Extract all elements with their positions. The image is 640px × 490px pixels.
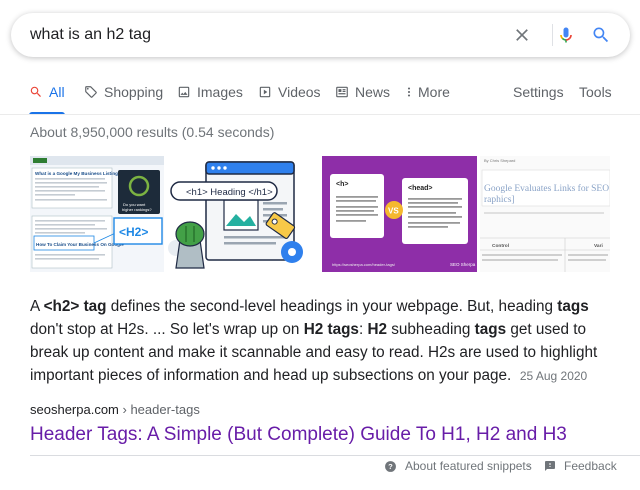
image3-vs: VS: [388, 207, 399, 216]
h-vs-head-graphic: <h> <head> VS https://seosherpa.com/head…: [322, 156, 477, 272]
footer-divider: [30, 455, 640, 456]
image3-left-tag: <h>: [336, 181, 348, 188]
snippet-bold: H2: [367, 321, 388, 338]
search-icon: [30, 86, 41, 97]
seo-links-article: By Chris Shepard Google Evaluates Links …: [480, 156, 610, 272]
snippet-bold: <h2>: [43, 298, 80, 315]
image1-heading2: How To Claim Your Business On Google: [36, 242, 124, 247]
tab-label: News: [355, 84, 391, 100]
tag-icon: [85, 86, 97, 98]
featured-snippet-text: A <h2> tag defines the second-level head…: [30, 295, 605, 388]
image3-right-tag: <head>: [408, 185, 433, 192]
image4-byline: By Chris Shepard: [484, 158, 515, 163]
clear-icon[interactable]: [512, 25, 532, 45]
result-stats: About 8,950,000 results (0.54 seconds): [30, 124, 275, 140]
tab-images[interactable]: Images: [177, 84, 243, 100]
snippet-bold: H2 tags: [303, 321, 359, 338]
tab-news[interactable]: News: [335, 84, 390, 100]
tab-more[interactable]: More: [404, 84, 450, 100]
image2-h1-tag: <h1> Heading </h1>: [186, 187, 273, 198]
newspaper-icon: [336, 86, 348, 98]
image1-heading1: What is a Google My Business Listing?: [35, 171, 121, 176]
feedback-icon: [545, 461, 555, 471]
image4-title-line1: Google Evaluates Links for SEO: [484, 183, 609, 194]
settings-label: Settings: [513, 84, 564, 100]
image3-brand: SEO Sherpa: [450, 262, 476, 267]
tab-shopping[interactable]: Shopping: [84, 84, 163, 100]
feedback-link[interactable]: Feedback: [544, 459, 617, 473]
tab-label: Images: [197, 84, 243, 100]
footer-separator: ·: [527, 458, 531, 472]
search-tabs: All Shopping Images Videos News More Set…: [0, 80, 640, 115]
image4-title-line2: raphics]: [484, 195, 515, 205]
search-icon[interactable]: [591, 25, 611, 45]
tab-label: All: [49, 84, 65, 100]
search-divider: [552, 24, 553, 46]
svg-text:?: ?: [388, 462, 393, 471]
snippet-text: subheading: [387, 321, 475, 338]
snippet-bold: tag: [83, 298, 107, 315]
snippet-text: don't stop at H2s. ... So let's wrap up …: [30, 321, 304, 338]
snippet-bold: tags: [474, 321, 507, 338]
tools-label: Tools: [579, 84, 612, 100]
about-featured-snippets-link[interactable]: ? About featured snippets: [384, 459, 532, 473]
snippet-date: 25 Aug 2020: [519, 369, 588, 383]
separator-dot: ·: [527, 458, 531, 472]
result-path: › header-tags: [118, 402, 200, 417]
snippet-text: defines the second-level headings in you…: [106, 298, 558, 315]
image4-col-variant: Vari: [594, 243, 603, 249]
image-result-1[interactable]: What is a Google My Business Listing? Do…: [30, 156, 164, 272]
image1-badge-line2: higher rankings?: [122, 207, 152, 212]
image3-url: https://seosherpa.com/header-tags/: [332, 262, 396, 267]
about-label: About featured snippets: [405, 459, 532, 473]
image-icon: [178, 86, 190, 98]
google-business-screenshot: What is a Google My Business Listing? Do…: [30, 156, 164, 272]
snippet-text: A: [30, 298, 44, 315]
result-title-link[interactable]: Header Tags: A Simple (But Complete) Gui…: [30, 424, 567, 446]
microphone-icon[interactable]: [556, 25, 576, 45]
tools-link[interactable]: Tools: [579, 84, 612, 100]
image1-h2-tag: <H2>: [119, 225, 148, 239]
result-domain: seosherpa.com: [30, 402, 119, 417]
image-result-2[interactable]: <h1> Heading </h1>: [166, 156, 319, 272]
image-result-4[interactable]: By Chris Shepard Google Evaluates Links …: [480, 156, 610, 272]
tab-all[interactable]: All: [29, 84, 65, 100]
result-url[interactable]: seosherpa.com › header-tags: [30, 402, 200, 417]
tab-label: Shopping: [104, 84, 164, 100]
settings-link[interactable]: Settings: [513, 84, 564, 100]
help-icon: ?: [385, 460, 396, 472]
tab-label: More: [418, 84, 450, 100]
snippet-bold: tags: [557, 298, 589, 315]
search-bar: [11, 13, 630, 57]
tab-label: Videos: [278, 84, 321, 100]
feedback-label: Feedback: [564, 459, 617, 473]
heading-illustration: <h1> Heading </h1>: [166, 156, 319, 272]
more-vert-icon: [407, 87, 411, 97]
image-result-3[interactable]: <h> <head> VS https://seosherpa.com/head…: [322, 156, 477, 272]
search-input[interactable]: [30, 24, 500, 46]
tabs-divider: [0, 114, 640, 115]
image4-col-control: Control: [492, 243, 509, 249]
tab-videos[interactable]: Videos: [258, 84, 321, 100]
play-icon: [259, 86, 271, 98]
